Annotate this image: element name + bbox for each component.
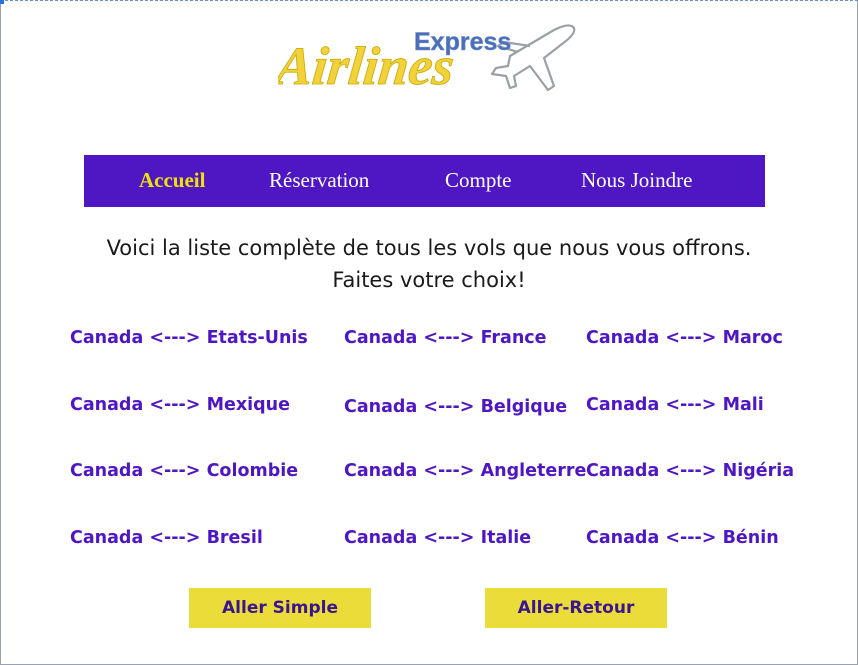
route-from: Canada	[586, 528, 660, 548]
route-to: France	[480, 328, 547, 348]
route-from: Canada	[70, 461, 144, 481]
route-link[interactable]: Canada <---> Maroc	[586, 327, 783, 349]
route-to: Mali	[722, 395, 764, 415]
route-arrow: <--->	[149, 395, 201, 415]
route-link[interactable]: Canada <---> Italie	[344, 527, 531, 549]
round-trip-button[interactable]: Aller-Retour	[485, 588, 667, 628]
selection-corner-marker	[0, 0, 4, 4]
route-from: Canada	[344, 397, 418, 417]
route-to: Maroc	[722, 328, 783, 348]
route-from: Canada	[70, 395, 144, 415]
route-arrow: <--->	[665, 528, 717, 548]
route-arrow: <--->	[423, 328, 475, 348]
route-arrow: <--->	[149, 461, 201, 481]
route-link[interactable]: Canada <---> Nigéria	[586, 460, 794, 482]
route-from: Canada	[586, 328, 660, 348]
route-arrow: <--->	[149, 528, 201, 548]
logo-graphic: Express Airlines	[278, 24, 576, 96]
route-from: Canada	[70, 528, 144, 548]
route-from: Canada	[344, 528, 418, 548]
route-link[interactable]: Canada <---> France	[344, 327, 547, 349]
route-arrow: <--->	[423, 397, 475, 417]
route-from: Canada	[344, 461, 418, 481]
route-arrow: <--->	[665, 461, 717, 481]
route-from: Canada	[344, 328, 418, 348]
route-arrow: <--->	[665, 395, 717, 415]
route-arrow: <--->	[149, 328, 201, 348]
route-to: Mexique	[206, 395, 291, 415]
route-arrow: <--->	[665, 328, 717, 348]
nav-item-accueil[interactable]: Accueil	[139, 167, 205, 193]
intro-line-1: Voici la liste complète de tous les vols…	[106, 236, 752, 260]
nav-item-nous-joindre[interactable]: Nous Joindre	[581, 167, 692, 193]
logo-airlines-text: Airlines	[278, 36, 457, 96]
route-arrow: <--->	[423, 461, 475, 481]
route-from: Canada	[70, 328, 144, 348]
route-link[interactable]: Canada <---> Colombie	[70, 460, 298, 482]
one-way-button[interactable]: Aller Simple	[189, 588, 371, 628]
airlines-express-logo: Express Airlines	[278, 16, 580, 104]
route-arrow: <--->	[423, 528, 475, 548]
route-to: Etats-Unis	[206, 328, 308, 348]
route-link[interactable]: Canada <---> Mexique	[70, 394, 290, 416]
route-link[interactable]: Canada <---> Belgique	[344, 396, 567, 418]
nav-item-compte[interactable]: Compte	[445, 167, 512, 193]
main-nav: Accueil Réservation Compte Nous Joindre	[84, 155, 765, 207]
route-link[interactable]: Canada <---> Angleterre	[344, 460, 586, 482]
route-link[interactable]: Canada <---> Mali	[586, 394, 764, 416]
route-to: Bresil	[206, 528, 263, 548]
route-from: Canada	[586, 395, 660, 415]
route-from: Canada	[586, 461, 660, 481]
route-link[interactable]: Canada <---> Bresil	[70, 527, 263, 549]
nav-item-reservation[interactable]: Réservation	[269, 167, 369, 193]
intro-line-2: Faites votre choix!	[332, 268, 526, 292]
route-link[interactable]: Canada <---> Bénin	[586, 527, 779, 549]
route-link[interactable]: Canada <---> Etats-Unis	[70, 327, 308, 349]
route-to: Belgique	[480, 397, 568, 417]
route-to: Bénin	[722, 528, 779, 548]
route-to: Nigéria	[722, 461, 795, 481]
route-to: Angleterre	[480, 461, 587, 481]
route-to: Colombie	[206, 461, 299, 481]
intro-text: Voici la liste complète de tous les vols…	[0, 232, 858, 296]
route-to: Italie	[480, 528, 532, 548]
